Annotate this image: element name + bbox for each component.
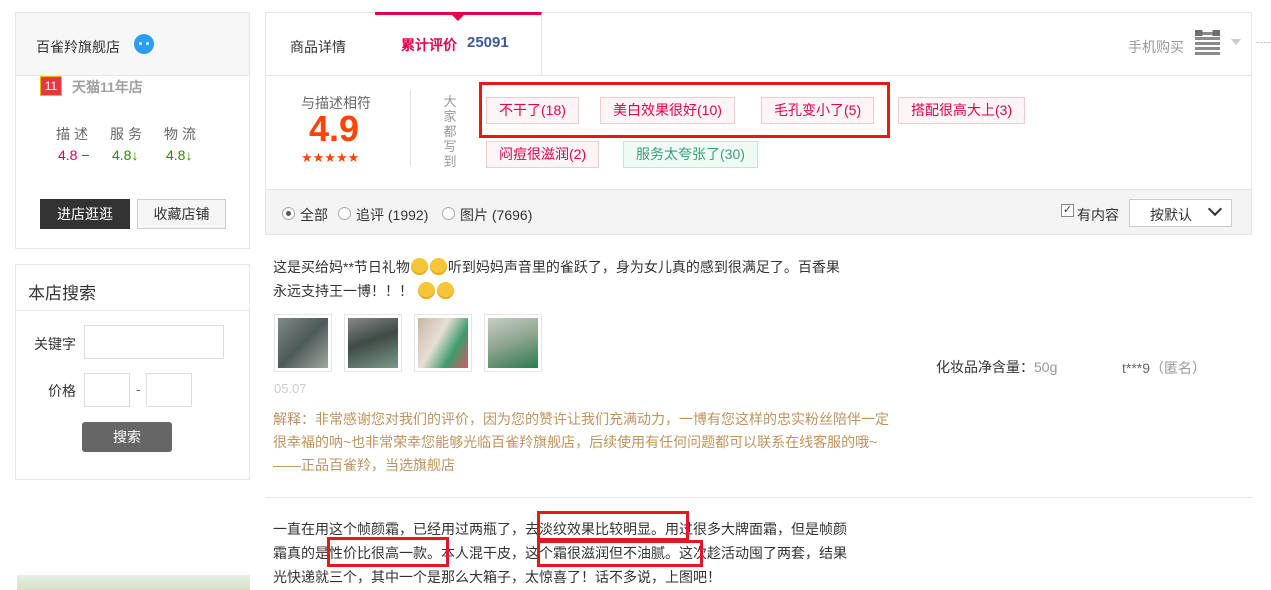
rating-value-service: 4.8↓ bbox=[112, 147, 139, 163]
divider bbox=[265, 497, 1252, 498]
review-photo-thumbnail[interactable] bbox=[274, 314, 332, 372]
divider bbox=[16, 310, 249, 311]
price-min-input[interactable] bbox=[84, 373, 130, 407]
highlight-box bbox=[327, 537, 449, 567]
rating-value-logistics: 4.8↓ bbox=[166, 147, 193, 163]
product-spec: 化妆品净含量：50g bbox=[936, 359, 1058, 375]
review-photo-thumbnail[interactable] bbox=[344, 314, 402, 372]
product-thumbnail[interactable] bbox=[17, 575, 250, 590]
review-photo-thumbnail[interactable] bbox=[484, 314, 542, 372]
favorite-shop-button[interactable]: 收藏店铺 bbox=[137, 199, 226, 229]
filter-pictures-radio[interactable] bbox=[442, 207, 455, 220]
hugging-emoji-icon bbox=[417, 282, 435, 299]
store-search-title: 本店搜索 bbox=[28, 284, 96, 303]
rating-label-description: 描述 bbox=[56, 126, 92, 142]
star-rating-icon: ★★★★★ bbox=[301, 150, 360, 165]
filter-followup-label[interactable]: 追评 (1992) bbox=[356, 205, 428, 225]
review-photo-thumbnail[interactable] bbox=[414, 314, 472, 372]
highlight-box bbox=[537, 511, 689, 541]
price-max-input[interactable] bbox=[146, 373, 192, 407]
review-tag[interactable]: 搭配很高大上(3) bbox=[898, 97, 1026, 124]
seller-reply: 解释：非常感谢您对我们的评价，因为您的赞许让我们充满动力，一博有您这样的忠实粉丝… bbox=[273, 411, 889, 473]
review-date: 05.07 bbox=[274, 381, 307, 396]
highlight-box bbox=[537, 540, 703, 567]
rating-label-service: 服务 bbox=[110, 126, 146, 142]
store-search-panel: 本店搜索 关键字 价格 - 搜索 bbox=[15, 264, 250, 480]
review-text: 这是买给妈**节日礼物 听到妈妈声音里的雀跃了，身为女儿真的感到很满足了。百香果 … bbox=[273, 258, 840, 299]
caret-down-icon[interactable] bbox=[1231, 39, 1241, 45]
review-tag[interactable]: 不干了(18) bbox=[486, 97, 579, 124]
divider bbox=[410, 90, 411, 166]
laughing-emoji-icon bbox=[410, 258, 428, 275]
keyword-input[interactable] bbox=[84, 325, 224, 359]
tmall-years-badge: 11 bbox=[40, 76, 62, 96]
search-button[interactable]: 搜索 bbox=[82, 422, 172, 452]
tab-reviews-count[interactable]: 25091 bbox=[467, 34, 509, 51]
hugging-emoji-icon bbox=[436, 282, 454, 299]
rating-value-description: 4.8 − bbox=[58, 147, 90, 163]
trend-down-icon: ↓ bbox=[185, 147, 193, 163]
qr-code-icon[interactable] bbox=[1195, 30, 1220, 55]
active-tab-arrow-icon bbox=[452, 15, 464, 21]
has-content-label[interactable]: 有内容 bbox=[1077, 205, 1119, 225]
filter-all-label[interactable]: 全部 bbox=[300, 205, 328, 225]
mobile-buy-link[interactable]: 手机购买 bbox=[1128, 37, 1184, 57]
price-label: 价格 bbox=[48, 383, 76, 399]
tab-product-detail[interactable]: 商品详情 bbox=[290, 37, 346, 57]
price-dash: - bbox=[136, 381, 141, 397]
filter-followup-radio[interactable] bbox=[338, 207, 351, 220]
review-tag[interactable]: 美白效果很好(10) bbox=[600, 97, 735, 124]
tmall-shop-age: 天猫11年店 bbox=[72, 79, 143, 95]
keyword-label: 关键字 bbox=[34, 336, 76, 352]
rating-label-logistics: 物流 bbox=[164, 126, 200, 142]
review-tag[interactable]: 毛孔变小了(5) bbox=[761, 97, 875, 124]
review-tag[interactable]: 服务太夸张了(30) bbox=[623, 141, 758, 168]
overall-score: 4.9 bbox=[309, 108, 360, 149]
filter-all-radio[interactable] bbox=[282, 207, 295, 220]
laughing-emoji-icon bbox=[429, 258, 447, 275]
everyone-wrote-label: 大 家 都 写 到 bbox=[443, 94, 457, 169]
sort-dropdown[interactable]: 按默认 bbox=[1129, 199, 1232, 227]
chevron-down-icon bbox=[1207, 201, 1223, 217]
trend-flat-icon: − bbox=[81, 147, 90, 163]
filter-pictures-label[interactable]: 图片 (7696) bbox=[460, 205, 532, 225]
wangwang-chat-icon[interactable] bbox=[134, 34, 154, 54]
has-content-checkbox[interactable]: ✓ bbox=[1061, 204, 1074, 217]
trend-down-icon: ↓ bbox=[131, 147, 139, 163]
sort-dropdown-value: 按默认 bbox=[1150, 207, 1192, 223]
divider bbox=[1256, 42, 1271, 43]
tab-reviews-label[interactable]: 累计评价 bbox=[401, 35, 457, 55]
enter-shop-button[interactable]: 进店逛逛 bbox=[40, 199, 130, 229]
shop-name[interactable]: 百雀羚旗舰店 bbox=[36, 37, 120, 57]
reviewer-name: t***9（匿名） bbox=[1122, 360, 1207, 376]
review-tag[interactable]: 闷痘很滋润(2) bbox=[486, 141, 600, 168]
